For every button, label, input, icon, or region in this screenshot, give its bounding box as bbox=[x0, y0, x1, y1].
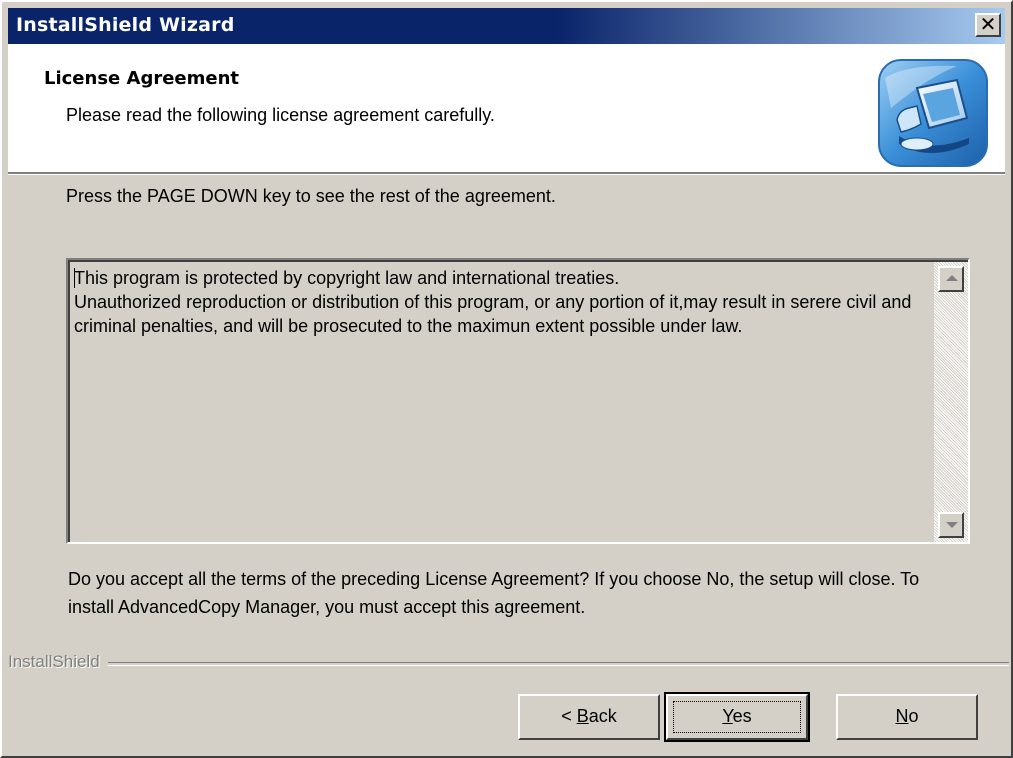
no-button[interactable]: No bbox=[836, 694, 978, 740]
scroll-down-arrow-icon bbox=[946, 522, 958, 528]
computer-setup-icon bbox=[878, 59, 988, 167]
close-icon: ✕ bbox=[979, 12, 997, 36]
installshield-wizard-window: InstallShield Wizard ✕ License Agreement… bbox=[0, 0, 1013, 758]
back-button[interactable]: < Back bbox=[518, 694, 660, 740]
scroll-up-arrow-icon bbox=[946, 275, 958, 281]
back-button-accesskey: B bbox=[576, 706, 589, 726]
page-subtitle: Please read the following license agreem… bbox=[66, 105, 495, 125]
close-button[interactable]: ✕ bbox=[975, 13, 1001, 37]
page-title: License Agreement bbox=[44, 68, 240, 89]
wizard-header: License Agreement Please read the follow… bbox=[8, 44, 1005, 174]
license-text-area[interactable]: This program is protected by copyright l… bbox=[68, 260, 968, 542]
license-text: This program is protected by copyright l… bbox=[74, 268, 912, 336]
brand-divider bbox=[8, 662, 1009, 666]
page-down-instruction: Press the PAGE DOWN key to see the rest … bbox=[66, 186, 556, 206]
window-title: InstallShield Wizard bbox=[16, 14, 235, 36]
license-text-box[interactable]: This program is protected by copyright l… bbox=[66, 258, 970, 544]
scroll-down-button[interactable] bbox=[938, 512, 964, 538]
installshield-brand-label: InstallShield bbox=[8, 652, 108, 672]
accept-question: Do you accept all the terms of the prece… bbox=[68, 569, 920, 617]
focus-rectangle bbox=[673, 701, 801, 733]
no-button-label: o bbox=[908, 706, 919, 726]
yes-button[interactable]: Yes bbox=[664, 692, 810, 742]
vertical-scrollbar[interactable] bbox=[934, 262, 968, 542]
no-button-accesskey: N bbox=[895, 706, 909, 726]
title-bar[interactable]: InstallShield Wizard ✕ bbox=[8, 8, 1005, 44]
back-button-prefix: < bbox=[561, 706, 577, 726]
scroll-up-button[interactable] bbox=[938, 266, 964, 292]
back-button-label: ack bbox=[588, 706, 617, 726]
